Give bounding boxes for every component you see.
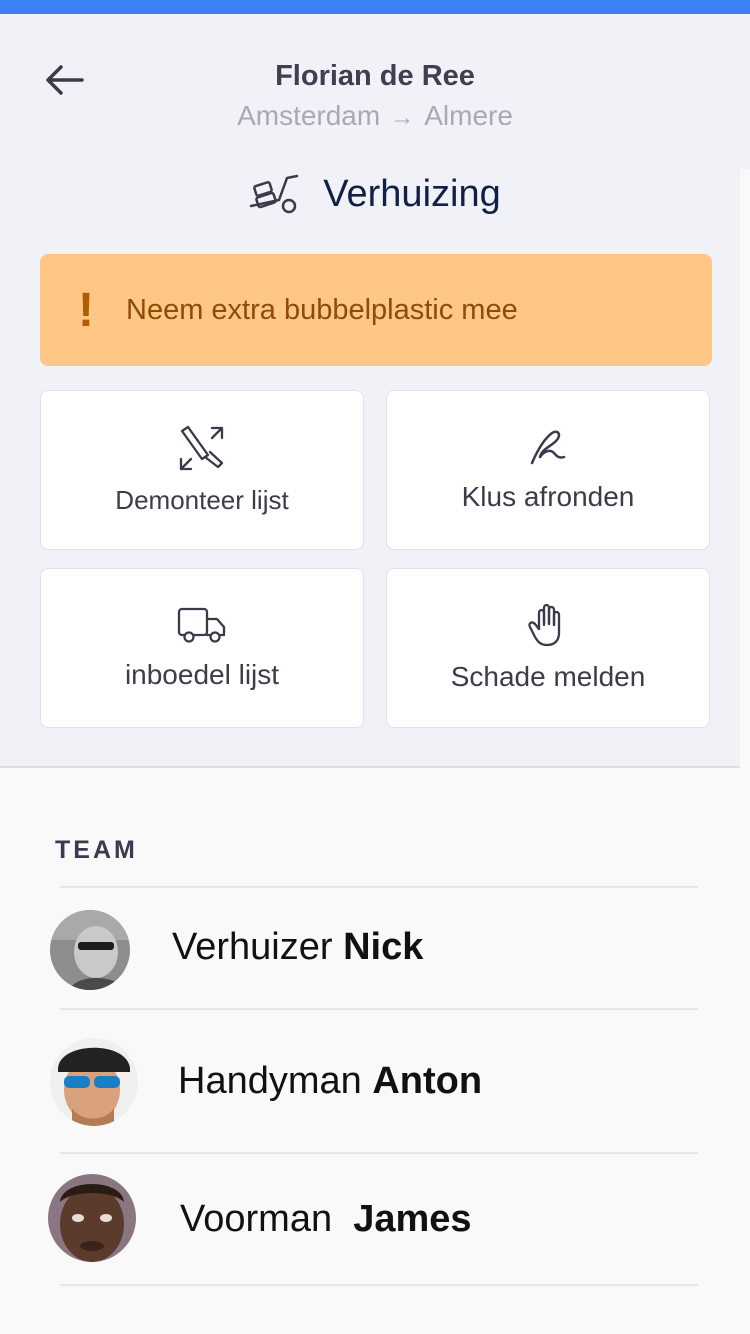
route-to: Almere (424, 100, 513, 131)
job-type-label: Verhuizing (323, 172, 501, 215)
member-role: Voorman (180, 1198, 333, 1240)
team-member-nick[interactable]: Verhuizer Nick (0, 888, 750, 1008)
schade-melden-button[interactable]: Schade melden (386, 568, 710, 728)
tile-label: Klus afronden (461, 481, 635, 512)
tile-label: inboedel lijst (124, 659, 280, 690)
status-bar (0, 0, 750, 14)
customer-name: Florian de Ree (275, 60, 475, 92)
scroll-edge (740, 169, 750, 779)
warning-icon: ! (78, 283, 94, 337)
member-role: Handyman (178, 1060, 362, 1102)
member-role: Verhuizer (172, 926, 333, 968)
inboedel-lijst-button[interactable]: inboedel lijst (40, 568, 364, 728)
route: Amsterdam → Almere (0, 100, 750, 132)
job-type: Verhuizing (0, 172, 750, 216)
avatar (48, 1174, 136, 1262)
alert-banner: ! Neem extra bubbelplastic mee (40, 254, 712, 366)
route-from: Amsterdam (237, 100, 381, 131)
signature-icon (530, 430, 566, 465)
moving-dolly-icon (250, 174, 299, 214)
alert-text: Neem extra bubbelplastic mee (126, 293, 518, 326)
route-arrow: → (390, 104, 415, 131)
team-member-name: Voorman James (180, 1198, 472, 1241)
divider (60, 1284, 698, 1286)
tools-icon (179, 425, 224, 470)
hand-icon (528, 603, 561, 647)
demonteer-lijst-button[interactable]: Demonteer lijst (40, 390, 364, 550)
truck-icon (177, 607, 226, 643)
member-name: Anton (372, 1060, 483, 1102)
team-member-james[interactable]: Voorman James (0, 1154, 750, 1274)
member-name: Nick (343, 926, 424, 968)
team-title: TEAM (55, 836, 138, 864)
team-member-anton[interactable]: Handyman Anton (0, 1010, 750, 1130)
team-member-name: Verhuizer Nick (172, 926, 423, 969)
avatar (50, 910, 130, 990)
klus-afronden-button[interactable]: Klus afronden (386, 390, 710, 550)
avatar (50, 1038, 138, 1126)
tile-label: Schade melden (450, 661, 646, 692)
job-header: Florian de Ree Amsterdam → Almere Verhuizi… (0, 14, 750, 779)
tile-label: Demonteer lijst (115, 484, 289, 515)
team-member-name: Handyman Anton (178, 1060, 482, 1103)
member-name: James (353, 1198, 472, 1240)
